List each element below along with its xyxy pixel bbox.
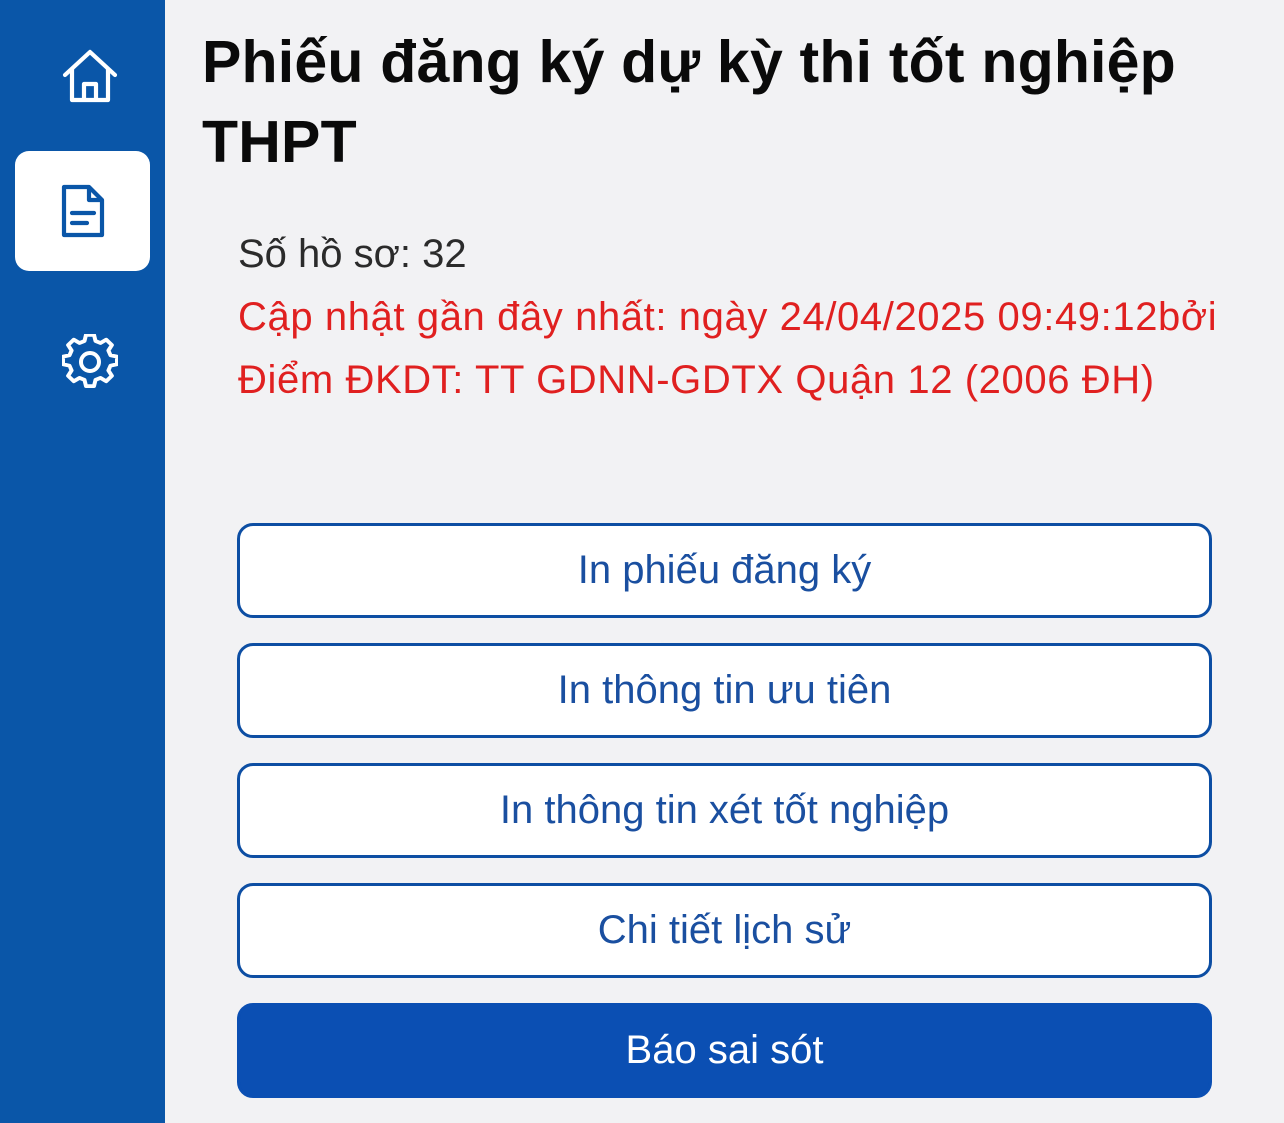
gear-icon bbox=[62, 334, 118, 389]
main-content: Phiếu đăng ký dự kỳ thi tốt nghiệp THPT … bbox=[165, 0, 1284, 1123]
app-root: Phiếu đăng ký dự kỳ thi tốt nghiệp THPT … bbox=[0, 0, 1284, 1123]
record-number: Số hồ sơ: 32 bbox=[238, 232, 467, 276]
report-error-button[interactable]: Báo sai sót bbox=[237, 1003, 1212, 1098]
sidebar-item-document[interactable] bbox=[15, 151, 150, 271]
print-registration-form-button[interactable]: In phiếu đăng ký bbox=[237, 523, 1212, 618]
print-graduation-review-info-button[interactable]: In thông tin xét tốt nghiệp bbox=[237, 763, 1212, 858]
sidebar-item-settings[interactable] bbox=[40, 312, 140, 412]
sidebar-item-home[interactable] bbox=[40, 26, 140, 126]
last-updated-note: Cập nhật gần đây nhất: ngày 24/04/2025 0… bbox=[238, 295, 1218, 402]
print-priority-info-button[interactable]: In thông tin ưu tiên bbox=[237, 643, 1212, 738]
home-icon bbox=[62, 49, 118, 103]
sidebar bbox=[0, 0, 165, 1123]
document-icon bbox=[61, 184, 104, 238]
page-title: Phiếu đăng ký dự kỳ thi tốt nghiệp THPT bbox=[202, 29, 1176, 175]
history-details-button[interactable]: Chi tiết lịch sử bbox=[237, 883, 1212, 978]
